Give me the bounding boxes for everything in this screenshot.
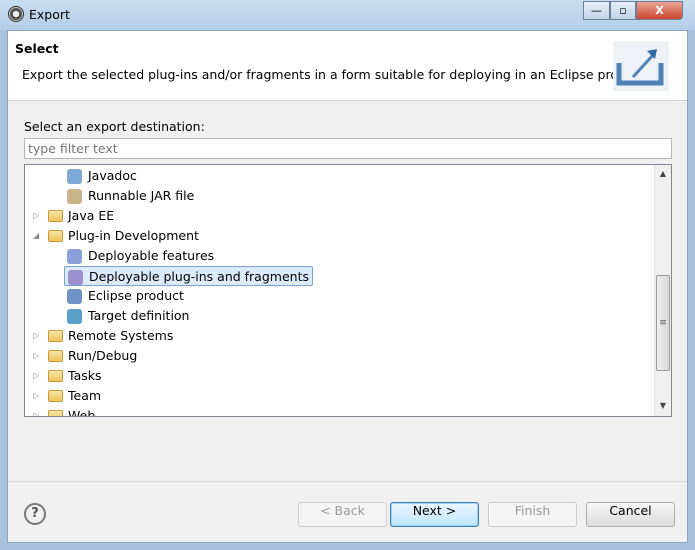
tree-item-label: Javadoc xyxy=(88,168,137,183)
export-wizard-icon xyxy=(613,41,669,91)
tree-item-label: Runnable JAR file xyxy=(88,188,195,203)
folder-icon xyxy=(48,390,63,402)
vertical-scrollbar[interactable]: ▲ ≡ ▼ xyxy=(654,165,671,416)
tree-item[interactable]: ▷ Web xyxy=(33,406,96,417)
tree-item-label: Run/Debug xyxy=(68,348,138,363)
tree-item-label: Java EE xyxy=(68,208,115,223)
next-button[interactable]: Next > xyxy=(390,502,479,527)
plugin-icon xyxy=(68,270,83,285)
tree-item-label: Team xyxy=(68,388,102,403)
tree-item-label: Plug-in Development xyxy=(68,228,199,243)
window-title: Export xyxy=(29,7,70,22)
tree-item[interactable]: ◢ Plug-in Development xyxy=(33,226,199,246)
tree-item-label: Remote Systems xyxy=(68,328,174,343)
button-bar-divider xyxy=(8,481,687,482)
tree-item[interactable]: ▷ Tasks xyxy=(33,366,102,386)
back-button[interactable]: < Back xyxy=(298,502,387,527)
javadoc-icon xyxy=(67,169,82,184)
finish-button[interactable]: Finish xyxy=(488,502,577,527)
product-icon xyxy=(67,289,82,304)
jar-icon xyxy=(67,189,82,204)
folder-icon xyxy=(48,210,63,222)
tree-item-label: Web xyxy=(68,408,96,417)
destination-tree: ▷ Web ▷ Team ▷ Tasks ▷ Run/Debug ▷ Remote Systems… xyxy=(24,164,672,417)
tree-item-label: Eclipse product xyxy=(88,288,184,303)
tree-item[interactable]: Target definition xyxy=(64,306,192,326)
target-icon xyxy=(67,309,82,324)
title-bar: Export — ▫ X xyxy=(0,0,695,30)
folder-icon xyxy=(48,330,63,342)
tree-item-label: Target definition xyxy=(88,308,190,323)
folder-icon xyxy=(48,230,63,242)
tree-item[interactable]: ▷ Run/Debug xyxy=(33,346,137,366)
tree-item-label: Deployable plug-ins and fragments xyxy=(89,269,309,284)
destination-label: Select an export destination: xyxy=(24,119,205,134)
tree-item[interactable]: Javadoc xyxy=(64,166,140,186)
tree-item[interactable]: ▷ Remote Systems xyxy=(33,326,173,346)
page-description: Export the selected plug-ins and/or frag… xyxy=(22,67,650,82)
folder-icon xyxy=(48,350,63,362)
scroll-thumb[interactable]: ≡ xyxy=(656,275,670,371)
filter-input[interactable] xyxy=(24,138,672,159)
expand-toggle-icon[interactable]: ▷ xyxy=(33,206,43,226)
close-button[interactable]: X xyxy=(636,1,683,20)
tree-item-label: Tasks xyxy=(68,368,102,383)
page-title: Select xyxy=(15,41,59,56)
expand-toggle-icon[interactable]: ▷ xyxy=(33,346,43,366)
scroll-up-arrow[interactable]: ▲ xyxy=(655,169,671,178)
wizard-header: Select Export the selected plug-ins and/… xyxy=(8,31,687,101)
export-dialog: Select Export the selected plug-ins and/… xyxy=(7,30,688,543)
maximize-button[interactable]: ▫ xyxy=(610,1,636,20)
collapse-toggle-icon[interactable]: ◢ xyxy=(33,226,43,246)
scroll-down-arrow[interactable]: ▼ xyxy=(655,401,671,410)
minimize-button[interactable]: — xyxy=(583,1,610,20)
tree-item[interactable]: Deployable plug-ins and fragments xyxy=(64,266,313,286)
tree-item[interactable]: Runnable JAR file xyxy=(64,186,197,206)
expand-toggle-icon[interactable]: ▷ xyxy=(33,326,43,346)
expand-toggle-icon[interactable]: ▷ xyxy=(33,366,43,386)
expand-toggle-icon[interactable]: ▷ xyxy=(33,386,43,406)
folder-icon xyxy=(48,370,63,382)
tree-item[interactable]: Eclipse product xyxy=(64,286,187,306)
tree-item-label: Deployable features xyxy=(88,248,215,263)
feature-icon xyxy=(67,249,82,264)
cancel-button[interactable]: Cancel xyxy=(586,502,675,527)
help-button[interactable]: ? xyxy=(24,503,46,525)
tree-item[interactable]: ▷ Java EE xyxy=(33,206,114,226)
tree-item[interactable]: ▷ Team xyxy=(33,386,101,406)
folder-icon xyxy=(48,410,63,416)
tree-item[interactable]: Deployable features xyxy=(64,246,217,266)
expand-toggle-icon[interactable]: ▷ xyxy=(33,406,43,416)
eclipse-icon xyxy=(8,6,24,22)
